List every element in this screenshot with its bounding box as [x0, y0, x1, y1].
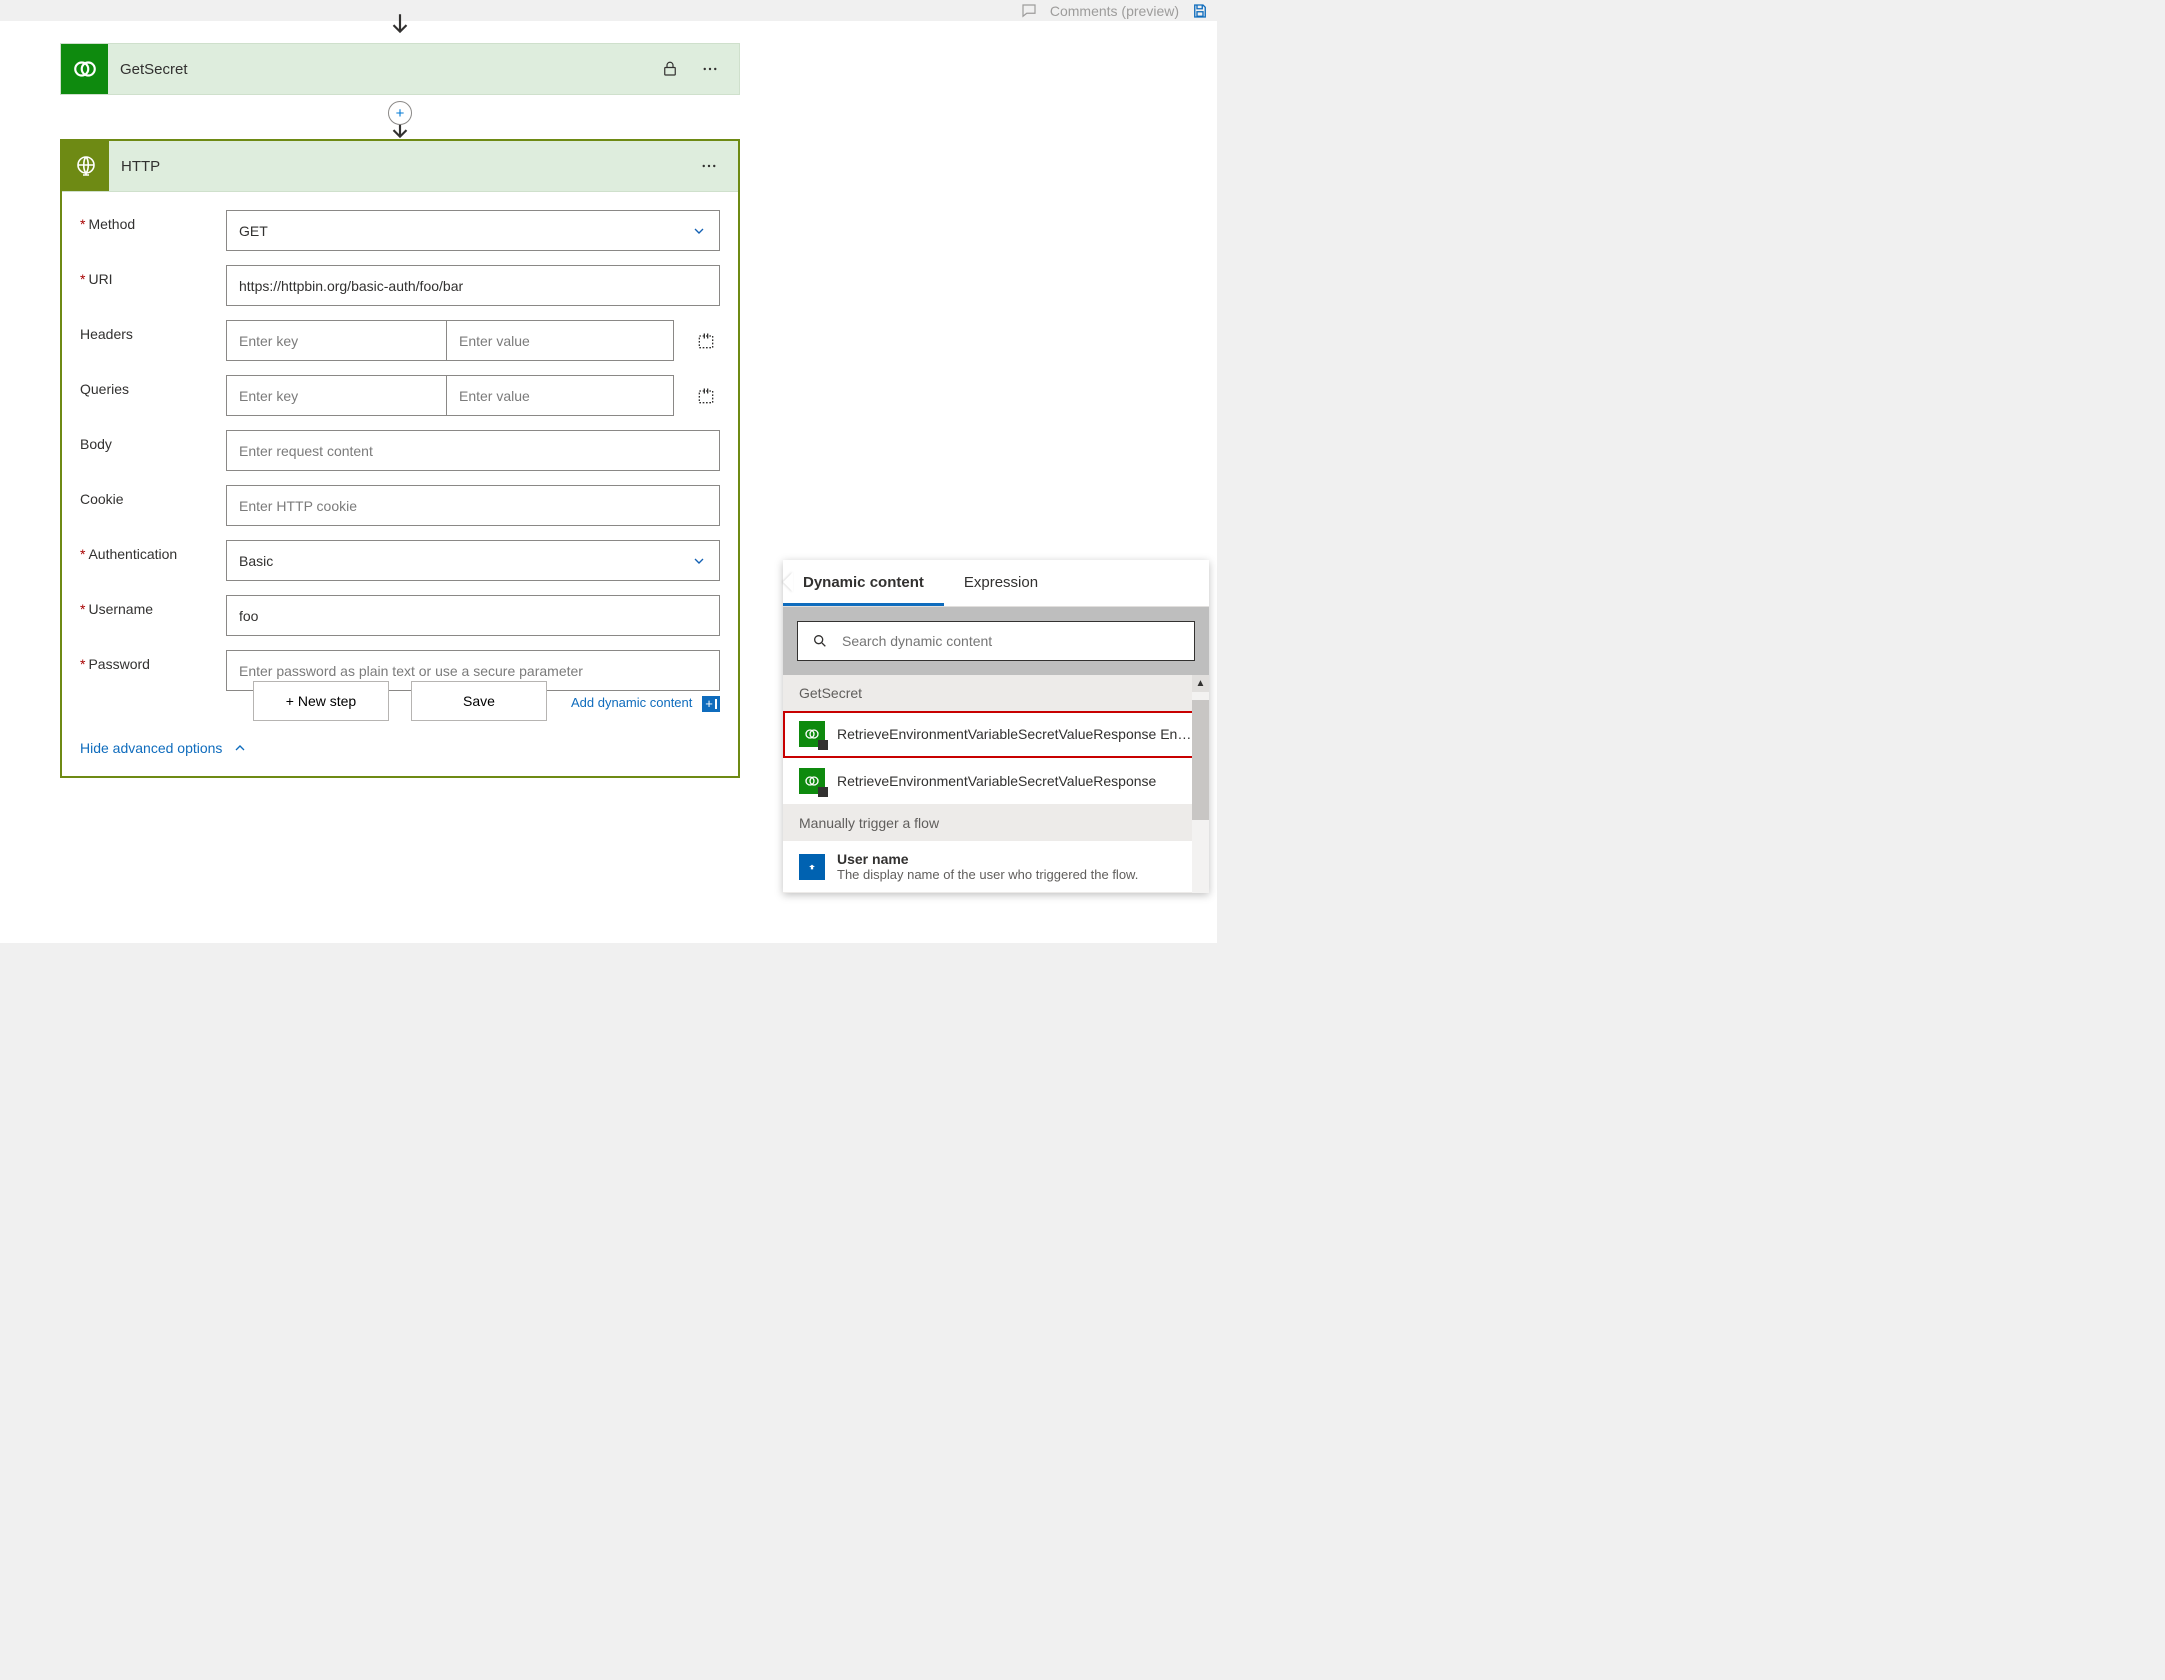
- label-headers: Headers: [80, 320, 226, 342]
- body-input[interactable]: [226, 430, 720, 471]
- queries-text-mode-button[interactable]: [692, 382, 720, 410]
- card-header[interactable]: GetSecret: [61, 44, 739, 94]
- hide-advanced-options[interactable]: Hide advanced options: [80, 740, 720, 756]
- chevron-up-icon: [232, 740, 248, 756]
- arrow-down-icon: [385, 9, 415, 39]
- label-username: Username: [80, 595, 226, 617]
- label-body: Body: [80, 430, 226, 452]
- headers-key-input[interactable]: [226, 320, 446, 361]
- save-button[interactable]: Save: [411, 681, 547, 721]
- secure-lock-icon: [661, 60, 679, 78]
- tab-expression[interactable]: Expression: [944, 560, 1058, 606]
- comments-icon[interactable]: [1020, 2, 1038, 20]
- flow-button-icon: [799, 854, 825, 880]
- label-password: Password: [80, 650, 226, 672]
- more-icon[interactable]: [701, 60, 719, 78]
- row-username: Username: [80, 595, 720, 636]
- more-icon[interactable]: [700, 157, 718, 175]
- designer-canvas: GetSecret + HTTP: [0, 21, 1217, 943]
- footer-buttons: + New step Save: [60, 681, 740, 721]
- dataverse-icon: [61, 44, 108, 94]
- headers-value-input[interactable]: [446, 320, 674, 361]
- dynamic-group-getsecret: GetSecret: [783, 675, 1209, 711]
- row-method: Method GET: [80, 210, 720, 251]
- row-queries: Queries: [80, 375, 720, 416]
- row-uri: URI: [80, 265, 720, 306]
- authentication-select[interactable]: Basic: [226, 540, 720, 581]
- row-authentication: Authentication Basic: [80, 540, 720, 581]
- authentication-value: Basic: [239, 553, 273, 569]
- row-body: Body: [80, 430, 720, 471]
- chevron-down-icon: [691, 553, 707, 569]
- uri-input[interactable]: [226, 265, 720, 306]
- dynamic-search-input[interactable]: [840, 632, 1180, 650]
- top-actions-bar: Comments (preview): [1020, 0, 1217, 21]
- card-title: HTTP: [109, 158, 700, 175]
- dynamic-item-title: RetrieveEnvironmentVariableSecretValueRe…: [837, 726, 1193, 742]
- headers-text-mode-button[interactable]: [692, 327, 720, 355]
- method-select[interactable]: GET: [226, 210, 720, 251]
- queries-value-input[interactable]: [446, 375, 674, 416]
- dataverse-icon: [799, 768, 825, 794]
- new-step-button[interactable]: + New step: [253, 681, 389, 721]
- label-queries: Queries: [80, 375, 226, 397]
- card-title: GetSecret: [108, 61, 661, 78]
- card-header-actions: [661, 60, 739, 78]
- dynamic-item-secret-response[interactable]: RetrieveEnvironmentVariableSecretValueRe…: [783, 758, 1209, 805]
- label-cookie: Cookie: [80, 485, 226, 507]
- row-headers: Headers: [80, 320, 720, 361]
- dynamic-item-title: RetrieveEnvironmentVariableSecretValueRe…: [837, 773, 1193, 789]
- scrollbar[interactable]: [1192, 692, 1209, 893]
- card-header-actions: [700, 157, 738, 175]
- dynamic-item-description: The display name of the user who trigger…: [837, 867, 1193, 882]
- http-globe-icon: [62, 141, 109, 191]
- card-header[interactable]: HTTP: [62, 141, 738, 192]
- dynamic-search-area: [783, 607, 1209, 675]
- search-icon: [812, 633, 828, 649]
- dataverse-icon: [799, 721, 825, 747]
- label-authentication: Authentication: [80, 540, 226, 562]
- scrollbar-thumb[interactable]: [1192, 700, 1209, 820]
- dynamic-panel-tabs: Dynamic content Expression: [783, 560, 1209, 607]
- dynamic-content-list: ▲ GetSecret RetrieveEnvironmentVariableS…: [783, 675, 1209, 893]
- dynamic-item-secret-envi[interactable]: RetrieveEnvironmentVariableSecretValueRe…: [783, 711, 1209, 758]
- insert-step-button[interactable]: +: [388, 101, 412, 125]
- label-method: Method: [80, 210, 226, 232]
- chevron-down-icon: [691, 223, 707, 239]
- dynamic-content-panel: Dynamic content Expression ▲ GetSecret R…: [783, 560, 1209, 893]
- label-uri: URI: [80, 265, 226, 287]
- dynamic-group-manual: Manually trigger a flow: [783, 805, 1209, 841]
- comments-label[interactable]: Comments (preview): [1050, 3, 1179, 19]
- scroll-up-button[interactable]: ▲: [1192, 675, 1209, 692]
- save-toolbar-icon[interactable]: [1191, 2, 1209, 20]
- dynamic-item-title: User name: [837, 851, 1193, 867]
- tab-dynamic-content[interactable]: Dynamic content: [783, 560, 944, 606]
- queries-key-input[interactable]: [226, 375, 446, 416]
- username-input[interactable]: [226, 595, 720, 636]
- dynamic-search-box[interactable]: [797, 621, 1195, 661]
- action-card-getsecret[interactable]: GetSecret: [60, 43, 740, 95]
- dynamic-item-user-name[interactable]: User name The display name of the user w…: [783, 841, 1209, 893]
- row-cookie: Cookie: [80, 485, 720, 526]
- hide-advanced-label[interactable]: Hide advanced options: [80, 740, 222, 756]
- method-value: GET: [239, 223, 268, 239]
- cookie-input[interactable]: [226, 485, 720, 526]
